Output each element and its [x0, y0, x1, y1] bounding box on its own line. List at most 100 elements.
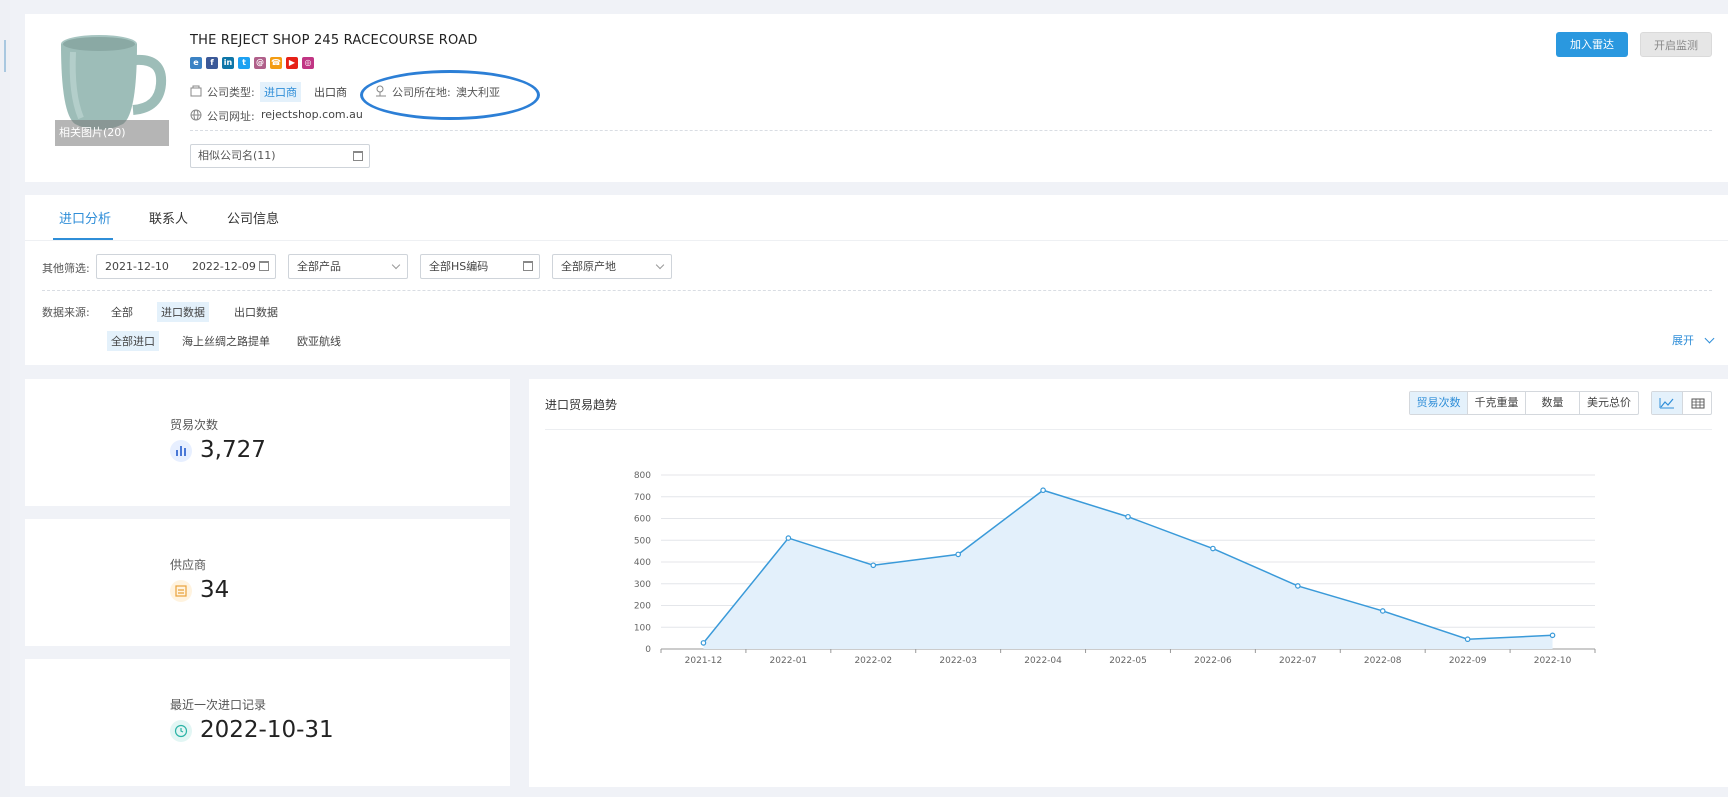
product-value: 全部产品 [297, 260, 341, 273]
tabs-bottom-border [25, 240, 1728, 241]
type-tag-importer: 进口商 [260, 82, 301, 102]
x-tick-label: 2022-06 [1194, 656, 1232, 666]
company-photo[interactable]: 相关图片(20) [29, 14, 169, 146]
photo-count-caption[interactable]: 相关图片(20) [55, 120, 169, 146]
source-option-all[interactable]: 全部 [111, 304, 133, 320]
data-point[interactable] [870, 562, 877, 569]
source-label: 数据来源: [42, 306, 90, 319]
stat-label-suppliers: 供应商 [170, 558, 207, 572]
x-tick-label: 2022-09 [1449, 656, 1487, 666]
tab-company-info[interactable]: 公司信息 [227, 208, 279, 227]
globe-icon [190, 109, 202, 121]
x-tick-label: 2022-07 [1279, 656, 1317, 666]
chart-title: 进口贸易趋势 [545, 398, 618, 412]
hs-code-select[interactable]: 全部HS编码 [420, 254, 540, 279]
x-tick-label: 2022-08 [1364, 656, 1402, 666]
y-tick-label: 400 [634, 558, 651, 568]
email-icon[interactable]: @ [254, 57, 266, 69]
sub-option-eurasia-route[interactable]: 欧亚航线 [297, 333, 341, 349]
stat-card-suppliers [25, 519, 510, 646]
trend-chart: 0 100 200 300 400 500 600 700 800 2021-12 2022-01 2… [634, 471, 1596, 666]
stat-value-trades: 3,727 [200, 437, 266, 463]
metric-quantity[interactable]: 数量 [1526, 392, 1580, 414]
data-point[interactable] [700, 640, 707, 646]
linkedin-icon[interactable]: in [222, 57, 234, 69]
supplier-icon [170, 580, 192, 602]
metric-weight-kg[interactable]: 千克重量 [1468, 392, 1526, 414]
origin-select[interactable]: 全部原产地 [552, 254, 672, 279]
expand-label: 展开 [1672, 334, 1694, 347]
x-tick-label: 2022-01 [770, 656, 808, 666]
company-type-label: 公司类型: [207, 86, 255, 99]
stat-label-trades: 贸易次数 [170, 418, 219, 432]
youtube-icon[interactable]: ▶ [286, 57, 298, 69]
line-chart-view-icon[interactable] [1652, 392, 1683, 414]
data-point[interactable] [1295, 583, 1301, 589]
metric-usd-total[interactable]: 美元总价 [1580, 392, 1638, 414]
calendar-icon [523, 261, 533, 271]
start-monitor-button[interactable]: 开启监测 [1640, 32, 1712, 57]
chevron-down-icon [391, 260, 401, 270]
stat-label-last-import: 最近一次进口记录 [170, 698, 267, 712]
x-tick-label: 2021-12 [685, 656, 723, 666]
facebook-icon[interactable]: f [206, 57, 218, 69]
twitter-icon[interactable]: t [238, 57, 250, 69]
phone-icon[interactable]: ☎ [270, 57, 282, 69]
sub-option-all-import[interactable]: 全部进口 [107, 331, 159, 351]
product-select[interactable]: 全部产品 [288, 254, 408, 279]
type-tag-exporter: 出口商 [314, 86, 347, 99]
analysis-filter-card [25, 195, 1728, 365]
x-tick-label: 2022-02 [854, 656, 892, 666]
origin-value: 全部原产地 [561, 260, 616, 273]
y-tick-label: 700 [634, 493, 651, 503]
instagram-icon[interactable]: ◎ [302, 57, 314, 69]
data-point[interactable] [1464, 636, 1471, 643]
highlight-ellipse [360, 70, 540, 120]
x-tick-label: 2022-05 [1109, 656, 1147, 666]
add-radar-button[interactable]: 加入雷达 [1556, 32, 1628, 57]
building-icon [190, 85, 202, 97]
source-option-import[interactable]: 进口数据 [157, 302, 209, 322]
y-tick-label: 800 [634, 471, 651, 481]
similar-company-dropdown[interactable]: 相似公司名(11) [190, 144, 370, 168]
sub-option-maritime-silk-road[interactable]: 海上丝绸之路提单 [182, 333, 270, 349]
x-tick-label: 2022-04 [1024, 656, 1062, 666]
bar-chart-icon [170, 440, 192, 462]
y-tick-label: 200 [634, 602, 651, 612]
hs-code-value: 全部HS编码 [429, 260, 489, 273]
clock-icon [170, 720, 192, 742]
date-end: 2022-12-09 [191, 260, 256, 273]
company-name: THE REJECT SHOP 245 RACECOURSE ROAD [190, 33, 478, 48]
social-links: e f in t @ ☎ ▶ ◎ [190, 57, 314, 69]
calendar-icon [259, 261, 269, 271]
company-website-label: 公司网址: [207, 110, 255, 123]
tab-contacts[interactable]: 联系人 [149, 208, 188, 227]
data-point[interactable] [1210, 545, 1216, 552]
source-option-export[interactable]: 出口数据 [234, 304, 278, 320]
y-tick-label: 300 [634, 580, 651, 590]
x-tick-label: 2022-10 [1534, 656, 1572, 666]
table-view-icon[interactable] [1683, 392, 1713, 414]
stat-value-suppliers: 34 [200, 577, 230, 603]
data-point[interactable] [1379, 608, 1386, 614]
filter-label: 其他筛选: [42, 262, 90, 275]
y-tick-label: 600 [634, 515, 651, 525]
chevron-down-icon [655, 260, 665, 270]
y-tick-label: 100 [634, 623, 651, 633]
metric-trade-count[interactable]: 贸易次数 [1410, 392, 1468, 414]
tab-import-analysis[interactable]: 进口分析 [59, 208, 111, 227]
x-tick-label: 2022-03 [939, 656, 977, 666]
data-point[interactable] [1125, 513, 1131, 520]
date-range-picker[interactable]: 2021-12-10 2022-12-09 [96, 254, 276, 279]
data-point[interactable] [1040, 487, 1046, 494]
expand-toggle[interactable]: 展开 [1672, 332, 1714, 348]
data-point[interactable] [785, 535, 792, 541]
calendar-icon [353, 151, 363, 161]
data-point[interactable] [1549, 632, 1556, 639]
ie-icon[interactable]: e [190, 57, 202, 69]
company-website-link[interactable]: rejectshop.com.au [261, 108, 363, 121]
y-tick-label: 0 [645, 645, 651, 655]
view-toggle-group [1651, 391, 1712, 415]
stat-card-trades [25, 379, 510, 506]
data-point[interactable] [955, 551, 961, 558]
